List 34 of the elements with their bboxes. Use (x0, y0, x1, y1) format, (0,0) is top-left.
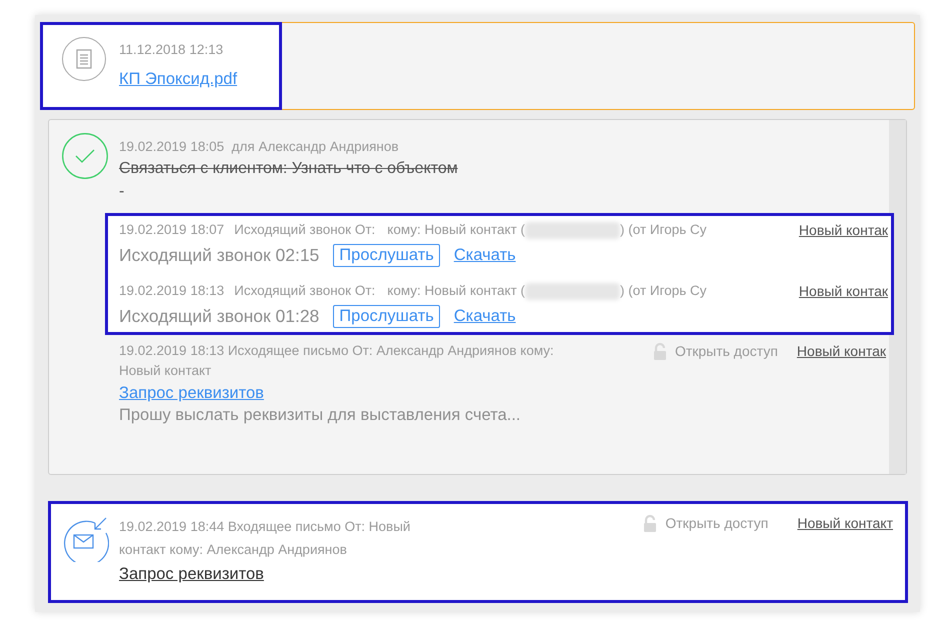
listen-button[interactable]: Прослушать (333, 244, 440, 267)
call-summary: Исходящий звонок 02:15 (119, 245, 320, 266)
email-subject-link[interactable]: Запрос реквизитов (119, 565, 459, 584)
contact-link[interactable]: Новый контакт (797, 515, 893, 531)
email-meta: 19.02.2019 18:13 Исходящее письмо От: Александр Андриянов кому: Новый контакт (119, 342, 555, 380)
task-meta: 19.02.2019 18:05 для Александр Андриянов (119, 138, 400, 156)
padlock-icon (652, 343, 668, 360)
call-summary: Исходящий звонок 01:28 (119, 306, 320, 327)
call-datetime: 19.02.2019 18:07 (119, 221, 224, 239)
call-recipient: кому: Новый контакт ( (387, 282, 526, 300)
open-access-label[interactable]: Открыть доступ (674, 343, 778, 359)
call-direction: Исходящий звонок От: (234, 221, 376, 239)
task-title: Связаться с клиентом: Узнать что с объектом (119, 159, 458, 179)
task-note: - (119, 182, 126, 202)
call-caller: ) (от Игорь Су (620, 221, 707, 239)
call-datetime: 19.02.2019 18:13 (119, 282, 224, 300)
download-link[interactable]: Скачать (454, 246, 516, 265)
listen-button[interactable]: Прослушать (333, 305, 440, 328)
call-recipient: кому: Новый контакт ( (387, 221, 526, 239)
contact-link[interactable]: Новый контак (798, 222, 891, 238)
email-preview: Прошу выслать реквизиты для выставления счета... (119, 406, 522, 425)
contact-link[interactable]: Новый контак (796, 341, 889, 359)
incoming-mail-icon (62, 515, 109, 562)
contact-link[interactable]: Новый контак (798, 283, 891, 299)
document-icon (62, 37, 106, 81)
call-direction: Исходящий звонок От: (234, 282, 376, 300)
padlock-icon (642, 515, 658, 532)
open-access-label[interactable]: Открыть доступ (665, 515, 768, 531)
file-link[interactable]: КП Эпоксид.pdf (119, 70, 238, 89)
call-caller: ) (от Игорь Су (620, 282, 707, 300)
email-subject-link[interactable]: Запрос реквизитов (119, 384, 574, 403)
download-link[interactable]: Скачать (454, 307, 516, 326)
email-meta: 19.02.2019 18:44 Входящее письмо От: Новый контакт кому: Александр Андриянов (119, 518, 412, 559)
file-datetime: 11.12.2018 12:13 (119, 41, 224, 59)
